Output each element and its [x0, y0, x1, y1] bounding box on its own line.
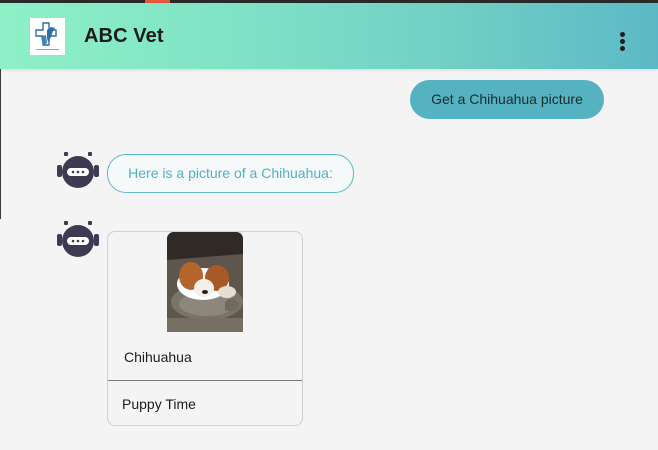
app-header: ABC Vet — [0, 3, 658, 69]
menu-dot — [620, 39, 625, 44]
chat-app: ABC Vet Get a Chihuahua picture Here is … — [0, 0, 658, 450]
robot-icon — [57, 152, 99, 190]
dog-photo — [167, 232, 243, 332]
bot-message-bubble: Here is a picture of a Chihuahua: — [107, 154, 354, 193]
card-title: Chihuahua — [124, 349, 192, 365]
user-message-bubble[interactable]: Get a Chihuahua picture — [410, 80, 604, 119]
dog-card: Chihuahua Puppy Time — [107, 231, 303, 426]
more-vert-icon[interactable] — [612, 28, 632, 54]
menu-dot — [620, 32, 625, 37]
app-title: ABC Vet — [84, 25, 164, 47]
robot-icon — [57, 221, 99, 259]
puppy-time-button[interactable]: Puppy Time — [122, 396, 196, 412]
card-divider — [108, 380, 302, 381]
vet-logo-icon — [30, 18, 65, 55]
left-edge-line — [0, 69, 1, 219]
menu-dot — [620, 46, 625, 51]
